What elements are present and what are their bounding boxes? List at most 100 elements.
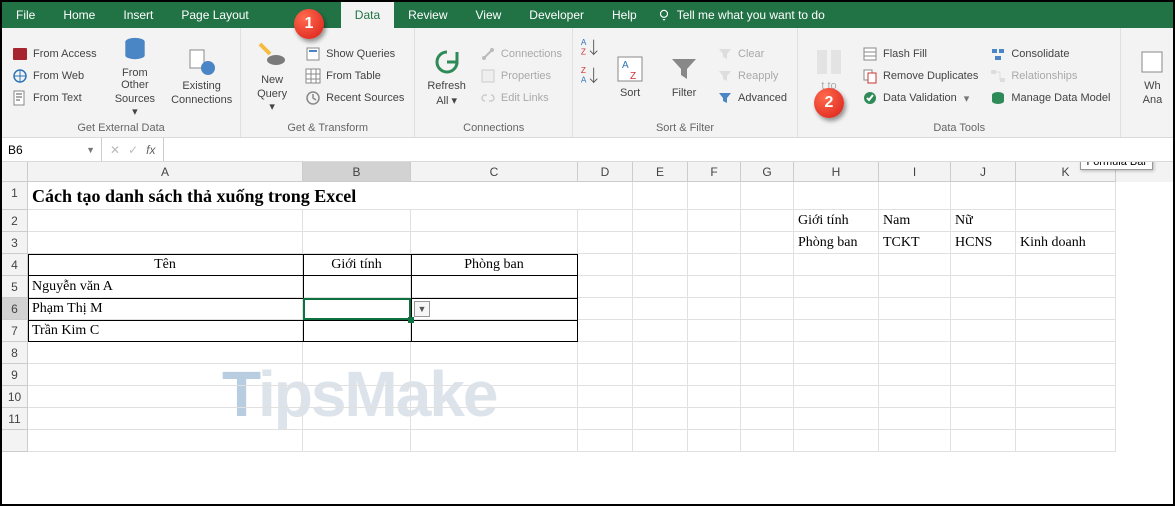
col-header[interactable]: E	[633, 162, 688, 182]
group-data-tools: t tons Flash Fill Remove Duplicates Data…	[798, 28, 1121, 137]
relationships-button: Relationships	[986, 66, 1114, 86]
existing-connections-button[interactable]: ExistingConnections	[169, 32, 234, 120]
consolidate-icon	[990, 46, 1006, 62]
sort-button[interactable]: AZSort	[605, 32, 655, 120]
tab-home[interactable]: Home	[49, 2, 109, 28]
refresh-all-button[interactable]: RefreshAll ▾	[421, 32, 472, 120]
cell[interactable]: Giới tính	[794, 210, 879, 232]
relationships-icon	[990, 68, 1006, 84]
cell[interactable]: Nam	[879, 210, 951, 232]
sheet-grid[interactable]: TipsMake A B C D E F G H I J K 1 2 3 4 5…	[2, 162, 1173, 452]
name-box[interactable]: B6▼	[2, 138, 102, 161]
col-header[interactable]: C	[411, 162, 578, 182]
mdm-icon	[990, 90, 1006, 106]
formula-bar-row: B6▼ ✕ ✓ fx	[2, 138, 1173, 162]
col-header[interactable]: I	[879, 162, 951, 182]
row-header[interactable]: 8	[2, 342, 28, 364]
connections-button[interactable]: Connections	[476, 44, 566, 64]
col-header[interactable]: D	[578, 162, 633, 182]
row-header[interactable]: 5	[2, 276, 28, 298]
formula-bar-tooltip: Formula Bar	[1080, 162, 1153, 170]
marker-1: 1	[294, 9, 324, 39]
col-header[interactable]: A	[28, 162, 303, 182]
tab-developer[interactable]: Developer	[515, 2, 598, 28]
dropdown-button[interactable]: ▼	[414, 301, 430, 317]
cell[interactable]: Phòng ban	[794, 232, 879, 254]
group-get-external-data: From Access From Web From Text From Othe…	[2, 28, 241, 137]
text-icon	[12, 90, 28, 106]
remove-duplicates-button[interactable]: Remove Duplicates	[858, 66, 982, 86]
edit-links-icon	[480, 90, 496, 106]
fx-icon[interactable]: fx	[146, 143, 155, 157]
cell[interactable]: TCKT	[879, 232, 951, 254]
tell-me[interactable]: Tell me what you want to do	[657, 8, 825, 22]
from-web-button[interactable]: From Web	[8, 66, 101, 86]
row-header[interactable]: 1	[2, 182, 28, 210]
from-table-button[interactable]: From Table	[301, 66, 408, 86]
row-header[interactable]	[2, 430, 28, 452]
properties-button: Properties	[476, 66, 566, 86]
connections-icon	[480, 46, 496, 62]
row-header[interactable]: 3	[2, 232, 28, 254]
col-header[interactable]: B	[303, 162, 411, 182]
sort-az-icon[interactable]: AZ	[579, 36, 601, 58]
row-headers[interactable]: 1 2 3 4 5 6 7 8 9 10 11	[2, 182, 28, 452]
manage-data-model-button[interactable]: Manage Data Model	[986, 88, 1114, 108]
dup-icon	[862, 68, 878, 84]
select-all[interactable]	[2, 162, 28, 182]
validation-icon	[862, 90, 878, 106]
col-header[interactable]: H	[794, 162, 879, 182]
row-header[interactable]: 6	[2, 298, 28, 320]
sort-icon: AZ	[614, 53, 646, 85]
cell-area[interactable]: Cách tạo danh sách thả xuống trong Excel…	[28, 182, 1173, 452]
other-sources-icon	[119, 34, 151, 65]
from-text-button[interactable]: From Text	[8, 88, 101, 108]
new-query-icon	[256, 40, 288, 72]
group-label: Get & Transform	[247, 120, 408, 137]
row-header[interactable]: 7	[2, 320, 28, 342]
group-get-transform: NewQuery ▾ Show Queries From Table Recen…	[241, 28, 415, 137]
advanced-button[interactable]: Advanced	[713, 88, 791, 108]
row-header[interactable]: 10	[2, 386, 28, 408]
advanced-icon	[717, 90, 733, 106]
col-header[interactable]: J	[951, 162, 1016, 182]
group-connections: RefreshAll ▾ Connections Properties Edit…	[415, 28, 573, 137]
tab-view[interactable]: View	[462, 2, 516, 28]
flash-fill-button[interactable]: Flash Fill	[858, 44, 982, 64]
recent-sources-button[interactable]: Recent Sources	[301, 88, 408, 108]
consolidate-button[interactable]: Consolidate	[986, 44, 1114, 64]
tab-file[interactable]: File	[2, 2, 49, 28]
row-header[interactable]: 9	[2, 364, 28, 386]
from-access-button[interactable]: From Access	[8, 44, 101, 64]
tab-page-layout[interactable]: Page Layout	[167, 2, 262, 28]
sort-za-icon[interactable]: ZA	[579, 64, 601, 86]
col-header[interactable]: F	[688, 162, 741, 182]
column-headers[interactable]: A B C D E F G H I J K	[2, 162, 1173, 182]
cell[interactable]: HCNS	[951, 232, 1016, 254]
t2c-icon	[813, 46, 845, 78]
data-validation-button[interactable]: Data Validation ▾	[858, 88, 982, 108]
tab-data[interactable]: Data	[341, 2, 394, 28]
cell[interactable]: Cách tạo danh sách thả xuống trong Excel	[28, 182, 578, 210]
row-header[interactable]: 2	[2, 210, 28, 232]
recent-icon	[305, 90, 321, 106]
cell[interactable]: Nữ	[951, 210, 1016, 232]
tab-insert[interactable]: Insert	[109, 2, 167, 28]
chevron-down-icon[interactable]: ▼	[86, 145, 95, 155]
col-header[interactable]: G	[741, 162, 794, 182]
row-header[interactable]: 11	[2, 408, 28, 430]
from-other-sources-button[interactable]: From OtherSources ▾	[105, 32, 166, 120]
cancel-icon: ✕	[110, 143, 120, 157]
selection-handle[interactable]	[408, 317, 414, 323]
cell[interactable]: Kinh doanh	[1016, 232, 1116, 254]
new-query-button[interactable]: NewQuery ▾	[247, 32, 297, 120]
row-header[interactable]: 4	[2, 254, 28, 276]
what-if-button[interactable]: WhAna	[1127, 32, 1175, 120]
tab-review[interactable]: Review	[394, 2, 461, 28]
show-queries-button[interactable]: Show Queries	[301, 44, 408, 64]
group-analysis: WhAna	[1121, 28, 1175, 137]
tab-help[interactable]: Help	[598, 2, 651, 28]
filter-button[interactable]: Filter	[659, 32, 709, 120]
cell[interactable]	[1016, 210, 1116, 232]
access-icon	[12, 46, 28, 62]
